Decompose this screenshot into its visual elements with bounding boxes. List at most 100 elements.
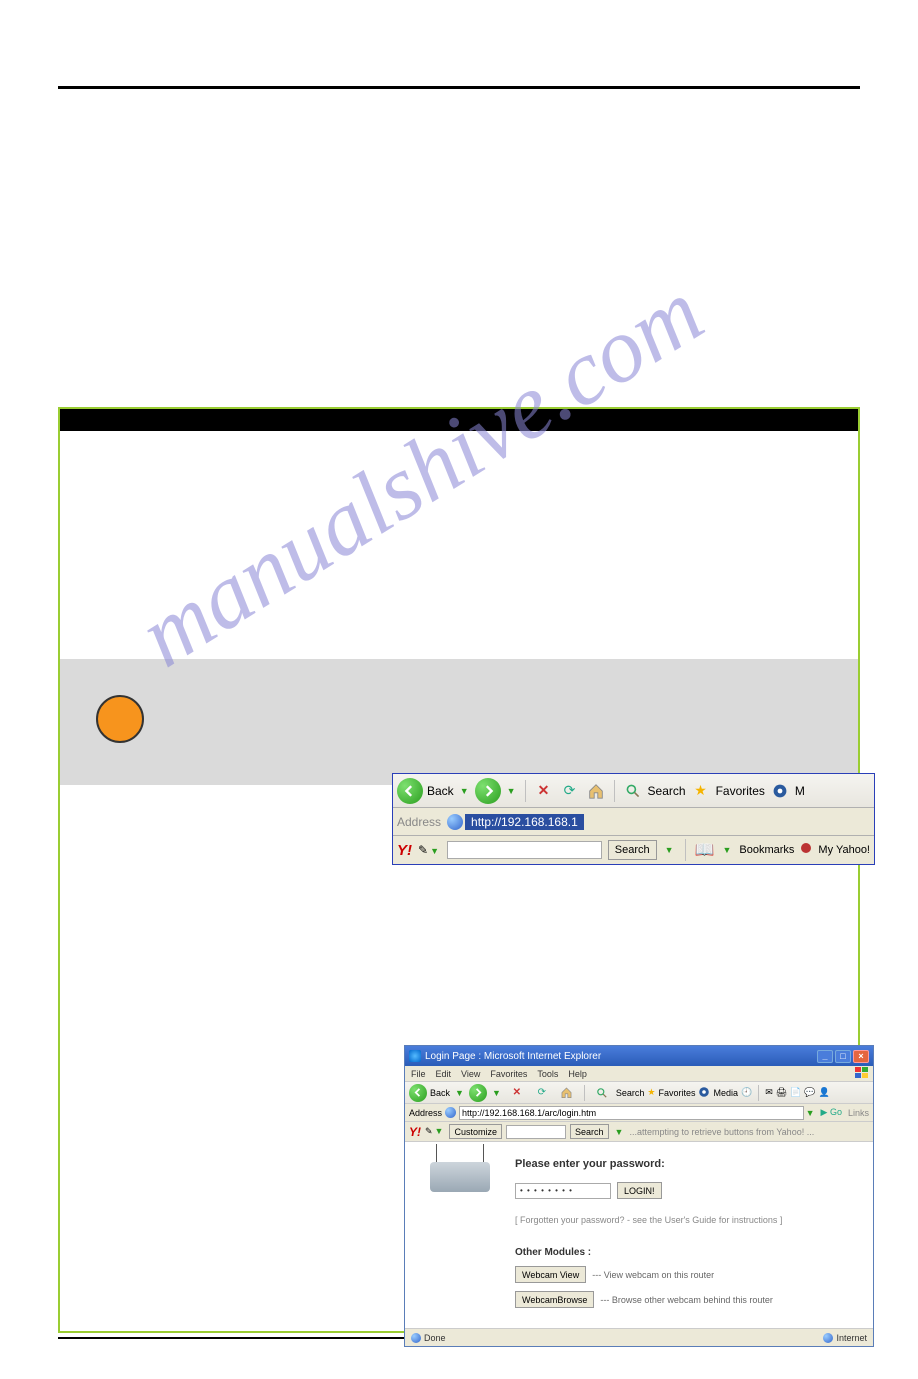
- media-icon[interactable]: [698, 1086, 710, 1100]
- close-button[interactable]: ×: [853, 1050, 869, 1063]
- bookmarks-dropdown-icon[interactable]: ▼: [720, 845, 733, 855]
- media-icon[interactable]: [769, 780, 791, 802]
- stop-icon[interactable]: ✕: [533, 780, 555, 802]
- forgot-password-hint: [ Forgotten your password? - see the Use…: [515, 1215, 873, 1225]
- menu-view[interactable]: View: [461, 1069, 480, 1079]
- favorites-icon[interactable]: ★: [690, 780, 712, 802]
- favorites-label[interactable]: Favorites: [658, 1088, 695, 1098]
- stop-icon[interactable]: ✕: [506, 1082, 528, 1104]
- ie-icon: [409, 1050, 421, 1062]
- customize-button[interactable]: Customize: [449, 1124, 502, 1139]
- bookmarks-icon[interactable]: 📖: [695, 840, 715, 860]
- links-label[interactable]: Links: [848, 1108, 869, 1118]
- messenger-icon[interactable]: 👤: [819, 1087, 830, 1098]
- zone-label: Internet: [836, 1333, 867, 1343]
- back-button[interactable]: [397, 778, 423, 804]
- gray-band: [60, 659, 858, 785]
- menu-help[interactable]: Help: [568, 1069, 587, 1079]
- address-input[interactable]: http://192.168.168.1/arc/login.htm: [459, 1106, 804, 1120]
- yahoo-search-input[interactable]: [447, 841, 602, 859]
- globe-icon: [445, 1107, 456, 1118]
- login-window: Login Page : Microsoft Internet Explorer…: [404, 1045, 874, 1347]
- yahoo-logo-icon[interactable]: Y!: [409, 1125, 421, 1139]
- back-button[interactable]: [409, 1084, 427, 1102]
- forward-button[interactable]: [475, 778, 501, 804]
- nav-toolbar: Back ▼ ▼ ✕ ⟳ Search ★ Favorites M: [393, 774, 874, 808]
- pencil-icon[interactable]: ✎▼: [418, 843, 441, 857]
- bookmarks-label[interactable]: Bookmarks: [739, 844, 794, 856]
- login-heading: Please enter your password:: [515, 1158, 873, 1170]
- media-label[interactable]: Media: [713, 1088, 738, 1098]
- mini-yahoo-toolbar: Y! ✎▼ Customize Search ▼ ...attempting t…: [405, 1122, 873, 1142]
- status-bar: Done Internet: [405, 1328, 873, 1346]
- mail-icon[interactable]: ✉: [765, 1087, 773, 1098]
- address-label: Address: [397, 815, 441, 829]
- edit-icon[interactable]: 📄: [790, 1087, 801, 1098]
- toolbar-separator: [584, 1085, 585, 1101]
- address-dropdown-icon[interactable]: ▼: [804, 1108, 817, 1118]
- window-title: Login Page : Microsoft Internet Explorer: [425, 1051, 601, 1062]
- password-input[interactable]: • • • • • • • •: [515, 1183, 611, 1199]
- back-dropdown-icon[interactable]: ▼: [458, 786, 471, 796]
- yahoo-status-text: ...attempting to retrieve buttons from Y…: [629, 1127, 814, 1137]
- address-url[interactable]: http://192.168.168.1: [465, 814, 584, 830]
- history-icon[interactable]: 🕘: [741, 1087, 752, 1098]
- menu-edit[interactable]: Edit: [436, 1069, 452, 1079]
- step-marker-icon: [96, 695, 144, 743]
- refresh-icon[interactable]: ⟳: [559, 780, 581, 802]
- webcam-view-button[interactable]: Webcam View: [515, 1266, 586, 1283]
- browser-toolbar-snippet: Back ▼ ▼ ✕ ⟳ Search ★ Favorites M: [392, 773, 875, 865]
- print-icon[interactable]: 🖨: [776, 1087, 787, 1098]
- forward-dropdown-icon[interactable]: ▼: [505, 786, 518, 796]
- other-modules-heading: Other Modules :: [515, 1247, 873, 1258]
- login-page-content: Please enter your password: • • • • • • …: [405, 1142, 873, 1328]
- toolbar-separator: [614, 780, 615, 802]
- refresh-icon[interactable]: ⟳: [531, 1082, 553, 1104]
- menu-favorites[interactable]: Favorites: [490, 1069, 527, 1079]
- menu-bar: File Edit View Favorites Tools Help: [405, 1066, 873, 1082]
- minimize-button[interactable]: _: [817, 1050, 833, 1063]
- search-label[interactable]: Search: [648, 784, 686, 798]
- back-dropdown-icon[interactable]: ▼: [453, 1088, 466, 1098]
- login-button[interactable]: LOGIN!: [617, 1182, 662, 1199]
- menu-file[interactable]: File: [411, 1069, 426, 1079]
- favorites-label[interactable]: Favorites: [716, 784, 765, 798]
- search-icon[interactable]: [622, 780, 644, 802]
- address-bar: Address http://192.168.168.1: [393, 808, 874, 836]
- webcam-view-desc: --- View webcam on this router: [592, 1270, 714, 1280]
- yahoo-logo-icon[interactable]: Y!: [397, 842, 412, 859]
- search-dropdown-icon[interactable]: ▼: [613, 1127, 626, 1137]
- toolbar-separator: [685, 839, 686, 861]
- yahoo-search-button[interactable]: Search: [570, 1124, 609, 1139]
- pencil-icon[interactable]: ✎▼: [425, 1126, 445, 1137]
- maximize-button[interactable]: □: [835, 1050, 851, 1063]
- discuss-icon[interactable]: 💬: [804, 1087, 815, 1098]
- toolbar-separator: [758, 1085, 759, 1101]
- yahoo-toolbar: Y! ✎▼ Search ▼ 📖 ▼ Bookmarks My Yahoo!: [393, 836, 874, 864]
- search-icon[interactable]: [591, 1082, 613, 1104]
- home-icon[interactable]: [585, 780, 607, 802]
- favorites-icon[interactable]: ★: [647, 1087, 655, 1098]
- forward-dropdown-icon[interactable]: ▼: [490, 1088, 503, 1098]
- globe-icon: [447, 814, 463, 830]
- router-image: [405, 1158, 515, 1316]
- yahoo-search-button[interactable]: Search: [608, 840, 657, 860]
- search-dropdown-icon[interactable]: ▼: [663, 845, 676, 855]
- search-label[interactable]: Search: [616, 1088, 645, 1098]
- internet-zone-icon: [823, 1333, 833, 1343]
- yahoo-search-input[interactable]: [506, 1125, 566, 1139]
- forward-button[interactable]: [469, 1084, 487, 1102]
- mini-address-bar: Address http://192.168.168.1/arc/login.h…: [405, 1104, 873, 1122]
- go-button[interactable]: ▶ Go: [821, 1107, 842, 1118]
- horizontal-rule-top: [58, 86, 860, 89]
- my-yahoo-label[interactable]: My Yahoo!: [818, 844, 870, 856]
- window-title-bar: Login Page : Microsoft Internet Explorer…: [405, 1046, 873, 1066]
- webcam-browse-button[interactable]: WebcamBrowse: [515, 1291, 594, 1308]
- mini-nav-toolbar: Back ▼ ▼ ✕ ⟳ Search ★ Favorites Media 🕘: [405, 1082, 873, 1104]
- menu-tools[interactable]: Tools: [537, 1069, 558, 1079]
- instruction-panel: Back ▼ ▼ ✕ ⟳ Search ★ Favorites M: [58, 407, 860, 1333]
- my-yahoo-icon[interactable]: [800, 841, 812, 859]
- back-label: Back: [427, 784, 454, 798]
- antenna-icon: [436, 1144, 437, 1162]
- home-icon[interactable]: [556, 1082, 578, 1104]
